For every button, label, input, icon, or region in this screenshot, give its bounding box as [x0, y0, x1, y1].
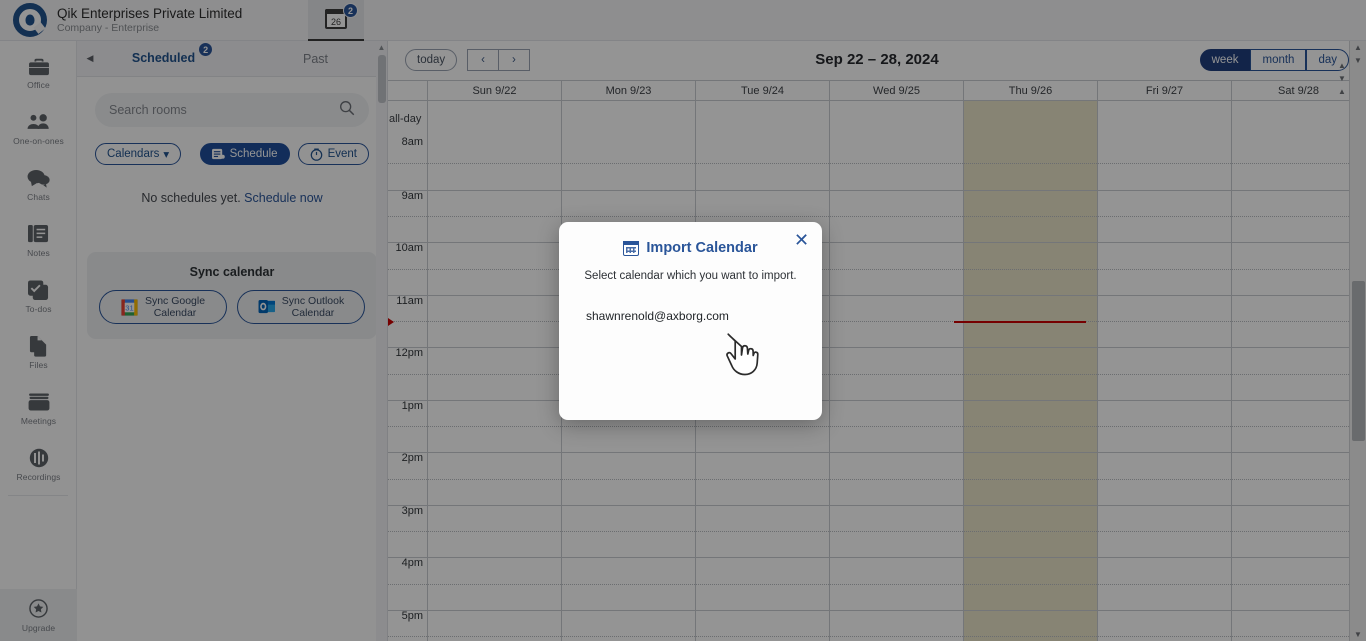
dialog-title: Import Calendar: [646, 240, 758, 256]
import-calendar-dialog: ✕ Import Calendar Select calendar which …: [559, 222, 822, 420]
calendar-option-item[interactable]: shawnrenold@axborg.com: [559, 307, 822, 325]
calendar-grid-icon: [623, 240, 640, 256]
app-root: Qik Enterprises Private Limited Company …: [0, 0, 1366, 641]
calendar-options-list: shawnrenold@axborg.com: [559, 307, 822, 325]
close-icon[interactable]: ✕: [792, 231, 811, 250]
dialog-title-row: Import Calendar: [559, 240, 822, 256]
dialog-subtitle: Select calendar which you want to import…: [584, 270, 797, 282]
